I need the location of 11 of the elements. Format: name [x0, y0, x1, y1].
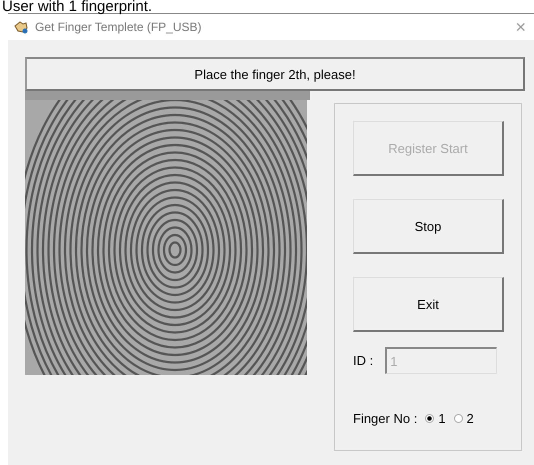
caption-text: User with 1 fingerprint.: [1, 0, 154, 13]
radio-label[interactable]: 2: [466, 411, 474, 426]
action-button[interactable]: Exit: [353, 277, 504, 332]
status-message: Place the finger 2th, please!: [25, 57, 525, 91]
radio-button[interactable]: [425, 414, 434, 423]
radio-label[interactable]: 1: [438, 411, 446, 426]
window-title: Get Finger Templete (FP_USB): [35, 20, 203, 34]
radio-button[interactable]: [454, 414, 463, 423]
action-button[interactable]: Stop: [353, 199, 504, 254]
finger-no-label: Finger No :: [353, 411, 418, 426]
id-label: ID :: [353, 353, 374, 368]
